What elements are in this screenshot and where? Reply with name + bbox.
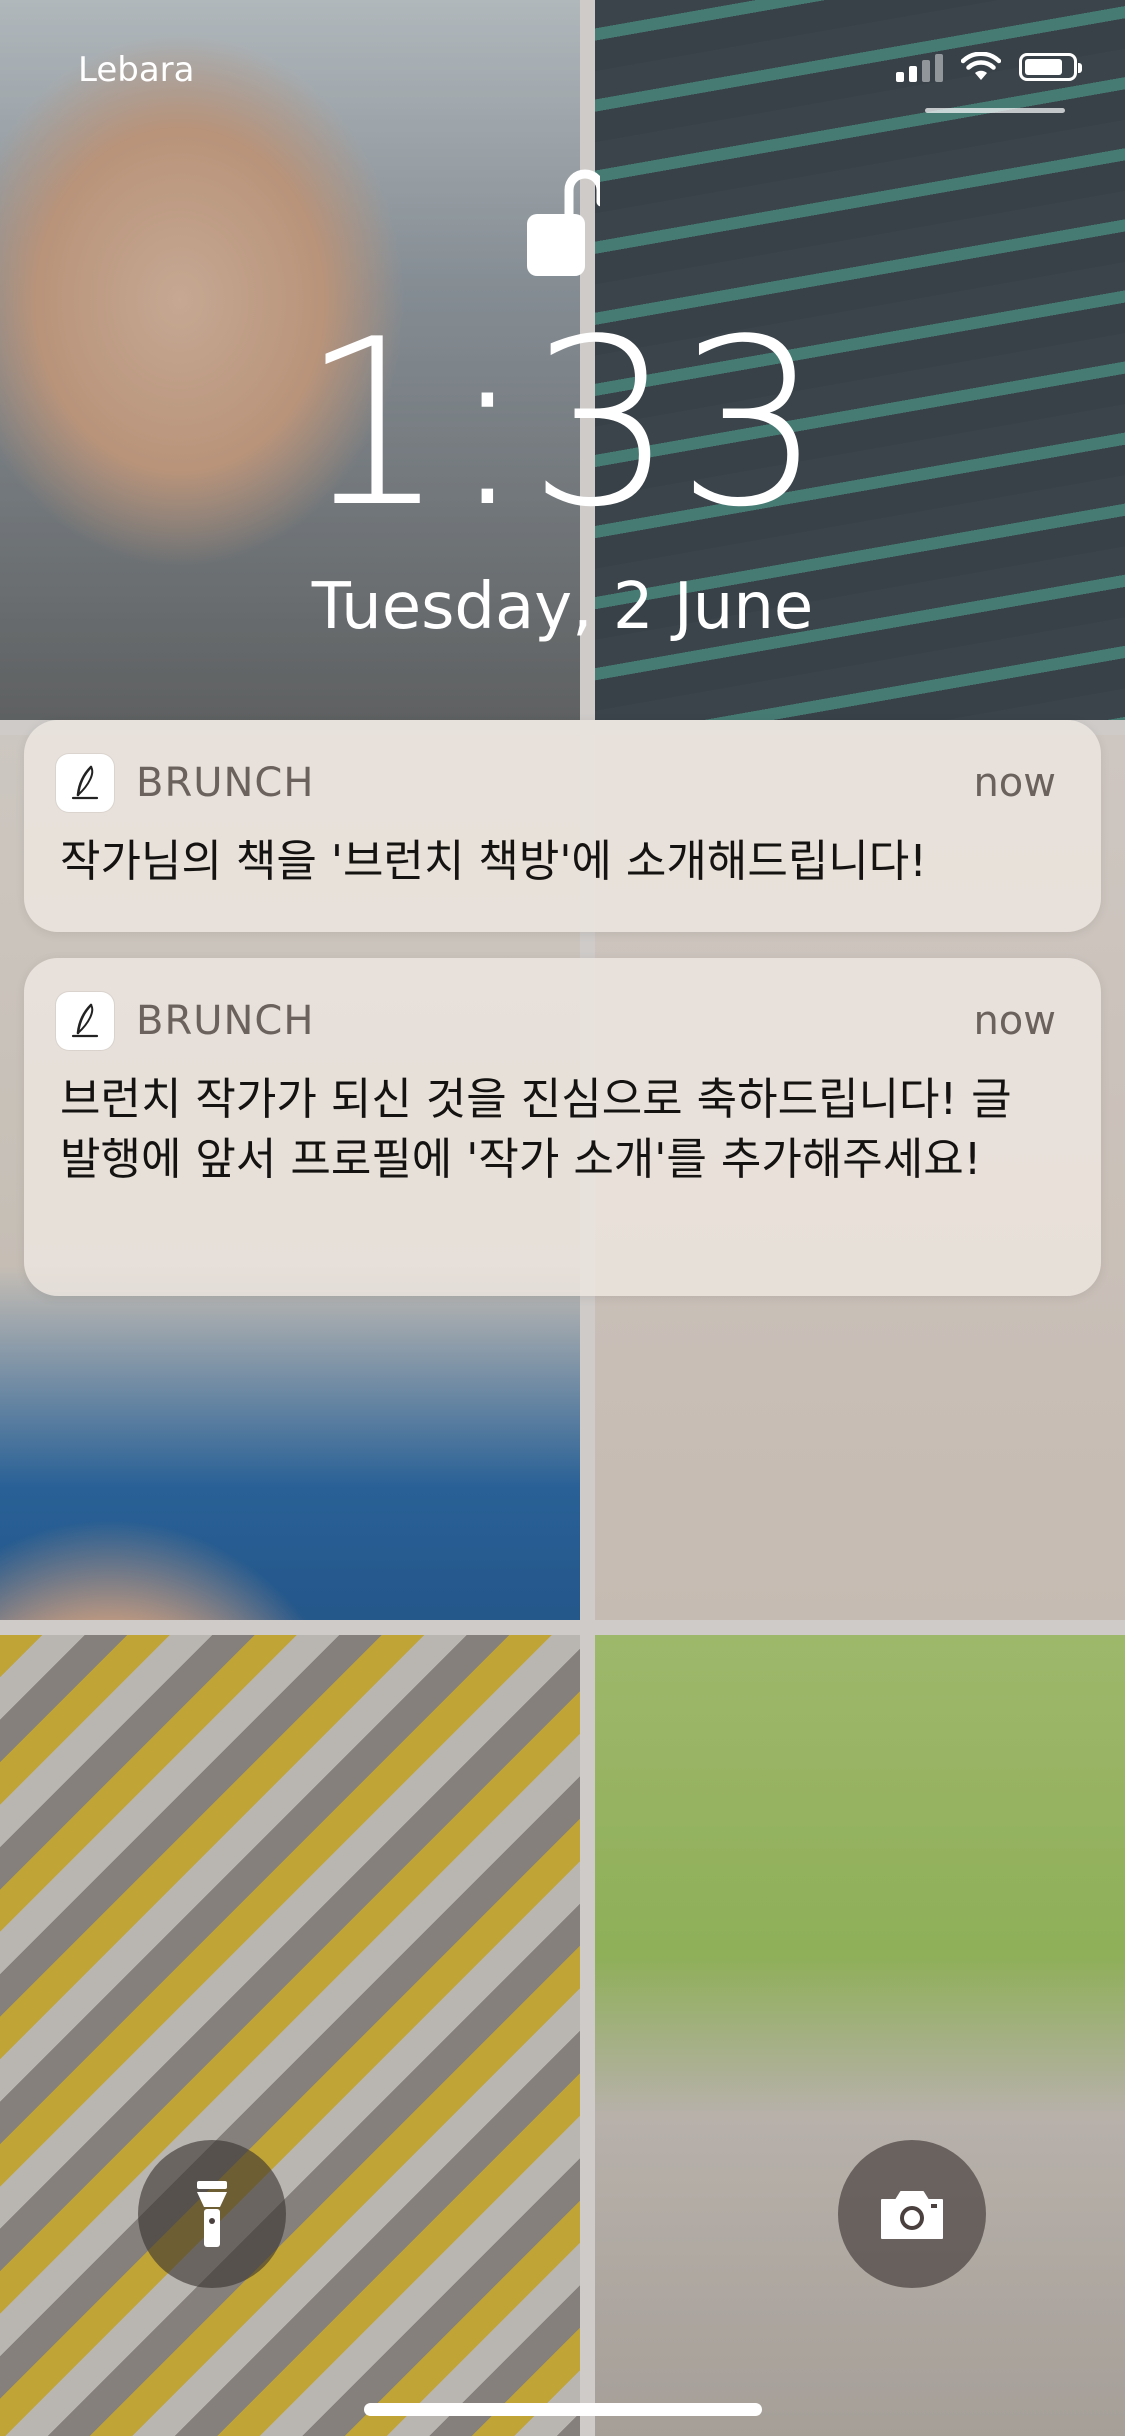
camera-icon	[881, 2191, 943, 2239]
control-center-indicator[interactable]	[925, 108, 1065, 113]
carrier-name: Lebara	[78, 50, 195, 90]
wifi-icon	[961, 52, 1001, 80]
notification-header: BRUNCH now	[56, 752, 1056, 814]
flashlight-button[interactable]	[138, 2140, 286, 2288]
notification-app-name: BRUNCH	[136, 998, 315, 1044]
notification-card[interactable]: BRUNCH now 작가님의 책을 '브런치 책방'에 소개해드립니다!	[24, 720, 1101, 932]
notification-message: 브런치 작가가 되신 것을 진심으로 축하드립니다! 글 발행에 앞서 프로필에…	[60, 1074, 1012, 1185]
camera-button[interactable]	[838, 2140, 986, 2288]
battery-icon	[1019, 53, 1082, 81]
notification-header: BRUNCH now	[56, 990, 1056, 1052]
unlocked-padlock-icon	[527, 169, 600, 276]
brunch-pen-icon	[56, 992, 114, 1050]
notification-card[interactable]: BRUNCH now 브런치 작가가 되신 것을 진심으로 축하드립니다! 글 …	[24, 958, 1101, 1296]
home-indicator[interactable]	[364, 2403, 762, 2416]
flashlight-icon	[197, 2181, 227, 2247]
brunch-pen-icon	[56, 754, 114, 812]
cellular-signal-icon	[896, 52, 943, 82]
notification-message: 작가님의 책을 '브런치 책방'에 소개해드립니다!	[60, 836, 927, 887]
lock-screen-date: Tuesday, 2 June	[311, 570, 814, 644]
status-icons	[896, 52, 1082, 82]
notification-time: now	[973, 760, 1056, 806]
battery-level-fill	[1025, 59, 1062, 75]
notification-app-name: BRUNCH	[136, 760, 315, 806]
notification-time: now	[973, 998, 1056, 1044]
lock-screen-time: 1:33	[300, 291, 825, 558]
